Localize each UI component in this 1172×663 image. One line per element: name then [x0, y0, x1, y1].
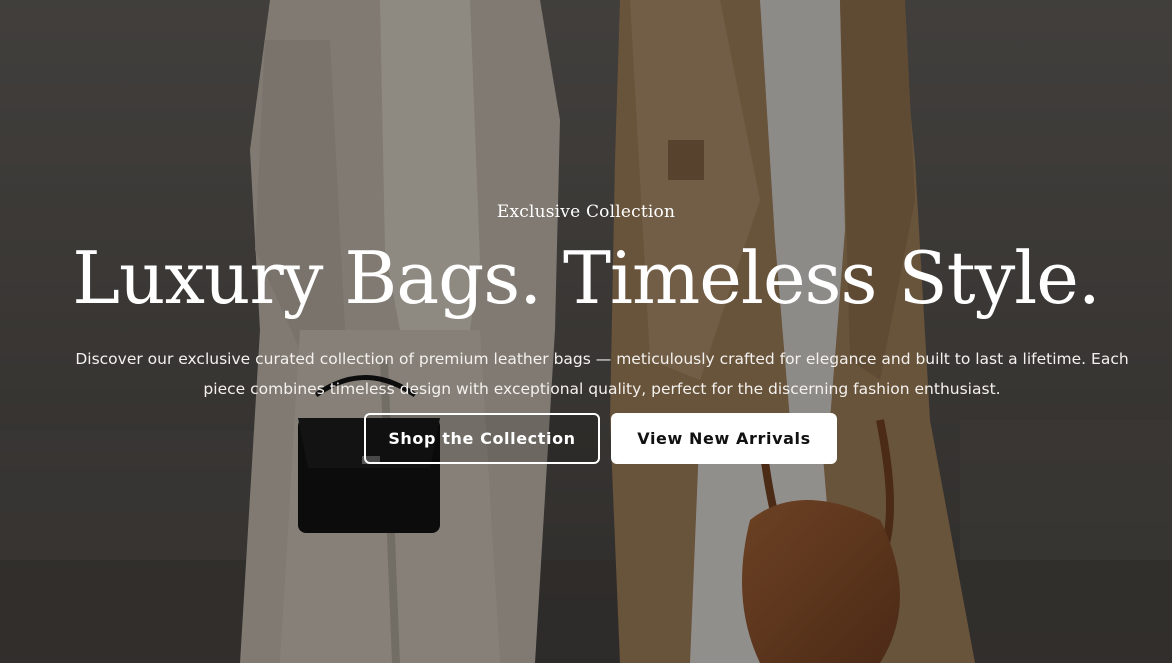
view-new-arrivals-button[interactable]: View New Arrivals: [611, 413, 837, 464]
shop-collection-button[interactable]: Shop the Collection: [364, 413, 600, 464]
hero-headline: Luxury Bags. Timeless Style.: [72, 236, 1101, 320]
hero-content: Exclusive Collection Luxury Bags. Timele…: [0, 0, 1172, 663]
hero-section: Exclusive Collection Luxury Bags. Timele…: [0, 0, 1172, 663]
hero-eyebrow: Exclusive Collection: [496, 202, 676, 222]
hero-description: Discover our exclusive curated collectio…: [75, 350, 1129, 398]
